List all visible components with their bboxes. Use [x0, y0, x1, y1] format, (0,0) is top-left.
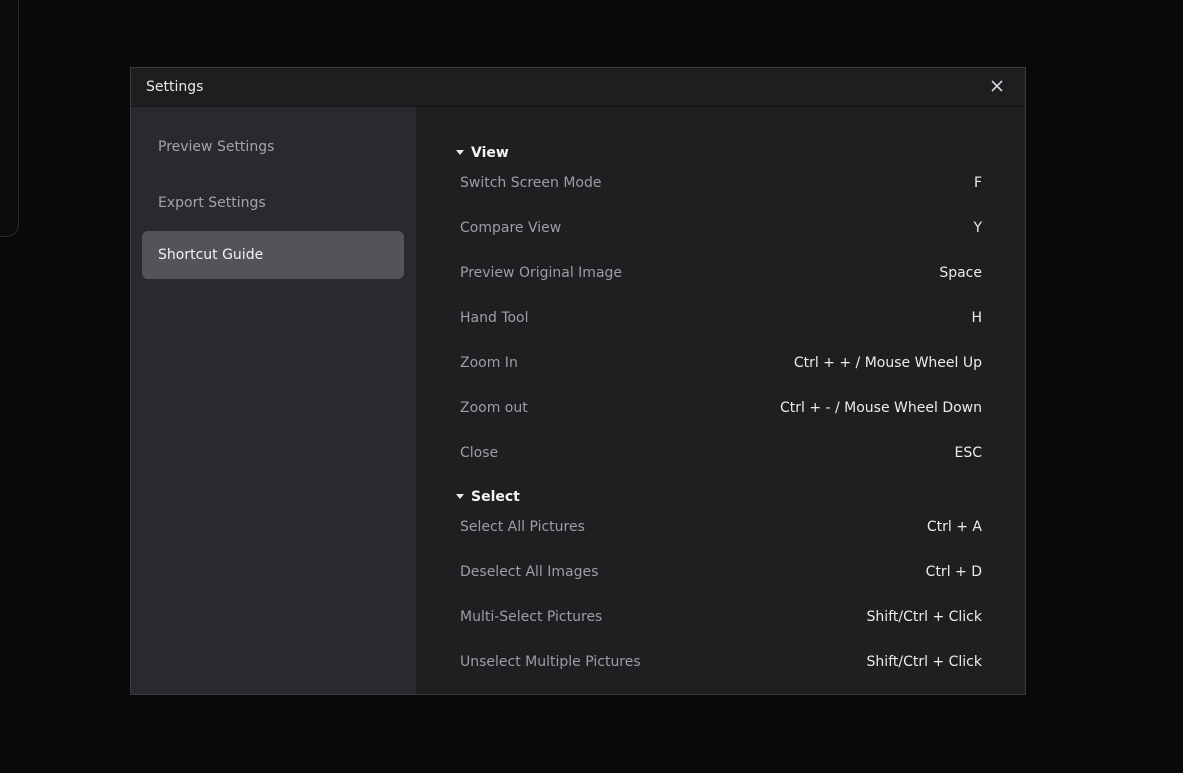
shortcut-action: Select All Pictures	[460, 519, 585, 535]
sidebar-item-label: Shortcut Guide	[158, 247, 264, 263]
shortcut-keys: Ctrl + + / Mouse Wheel Up	[793, 355, 982, 371]
section-title: View	[471, 145, 509, 161]
collapse-triangle-icon	[456, 494, 464, 499]
shortcut-row: Select All Pictures Ctrl + A	[460, 516, 982, 538]
shortcut-keys: Ctrl + A	[926, 519, 982, 535]
shortcut-row: Compare View Y	[460, 217, 982, 239]
shortcut-action: Unselect Multiple Pictures	[460, 654, 641, 670]
shortcut-action: Deselect All Images	[460, 564, 599, 580]
shortcut-row: Close ESC	[460, 442, 982, 464]
shortcut-keys: ESC	[954, 445, 982, 461]
shortcut-keys: Ctrl + - / Mouse Wheel Down	[779, 400, 982, 416]
shortcut-action: Zoom In	[460, 355, 518, 371]
shortcut-action: Switch Screen Mode	[460, 175, 602, 191]
shortcut-action: Compare View	[460, 220, 562, 236]
shortcut-action: Multi-Select Pictures	[460, 609, 603, 625]
settings-dialog: Settings Preview Settings Export Setting…	[130, 67, 1026, 695]
shortcut-row: Zoom In Ctrl + + / Mouse Wheel Up	[460, 352, 982, 374]
sidebar-item-shortcut-guide[interactable]: Shortcut Guide	[142, 231, 404, 279]
shortcut-keys: Y	[973, 220, 982, 236]
shortcut-keys: H	[971, 310, 982, 326]
shortcut-row: Switch Screen Mode F	[460, 172, 982, 194]
sidebar-item-preview-settings[interactable]: Preview Settings	[142, 123, 404, 171]
shortcut-keys: Ctrl + D	[925, 564, 982, 580]
shortcut-row: Zoom out Ctrl + - / Mouse Wheel Down	[460, 397, 982, 419]
shortcut-guide-panel: View Switch Screen Mode F Compare View Y…	[416, 107, 1025, 694]
sidebar-item-label: Export Settings	[158, 195, 266, 211]
close-button[interactable]	[987, 76, 1007, 96]
shortcut-keys: Shift/Ctrl + Click	[866, 609, 982, 625]
shortcut-keys: Shift/Ctrl + Click	[866, 654, 982, 670]
shortcut-action: Preview Original Image	[460, 265, 623, 281]
shortcut-keys: F	[973, 175, 982, 191]
sidebar-item-label: Preview Settings	[158, 139, 275, 155]
shortcut-keys: Space	[939, 265, 982, 281]
background-window-edge	[0, 0, 19, 237]
shortcut-action: Hand Tool	[460, 310, 529, 326]
shortcut-row: Hand Tool H	[460, 307, 982, 329]
section-title: Select	[471, 489, 520, 505]
shortcut-action: Zoom out	[460, 400, 528, 416]
sidebar-item-export-settings[interactable]: Export Settings	[142, 179, 404, 227]
close-icon	[991, 80, 1003, 92]
dialog-titlebar: Settings	[131, 68, 1025, 107]
settings-sidebar: Preview Settings Export Settings Shortcu…	[131, 107, 416, 694]
shortcut-row: Multi-Select Pictures Shift/Ctrl + Click	[460, 606, 982, 628]
shortcut-row: Unselect Multiple Pictures Shift/Ctrl + …	[460, 651, 982, 673]
dialog-title: Settings	[146, 79, 204, 95]
shortcut-row: Preview Original Image Space	[460, 262, 982, 284]
shortcut-action: Close	[460, 445, 499, 461]
collapse-triangle-icon	[456, 150, 464, 155]
shortcut-row: Deselect All Images Ctrl + D	[460, 561, 982, 583]
